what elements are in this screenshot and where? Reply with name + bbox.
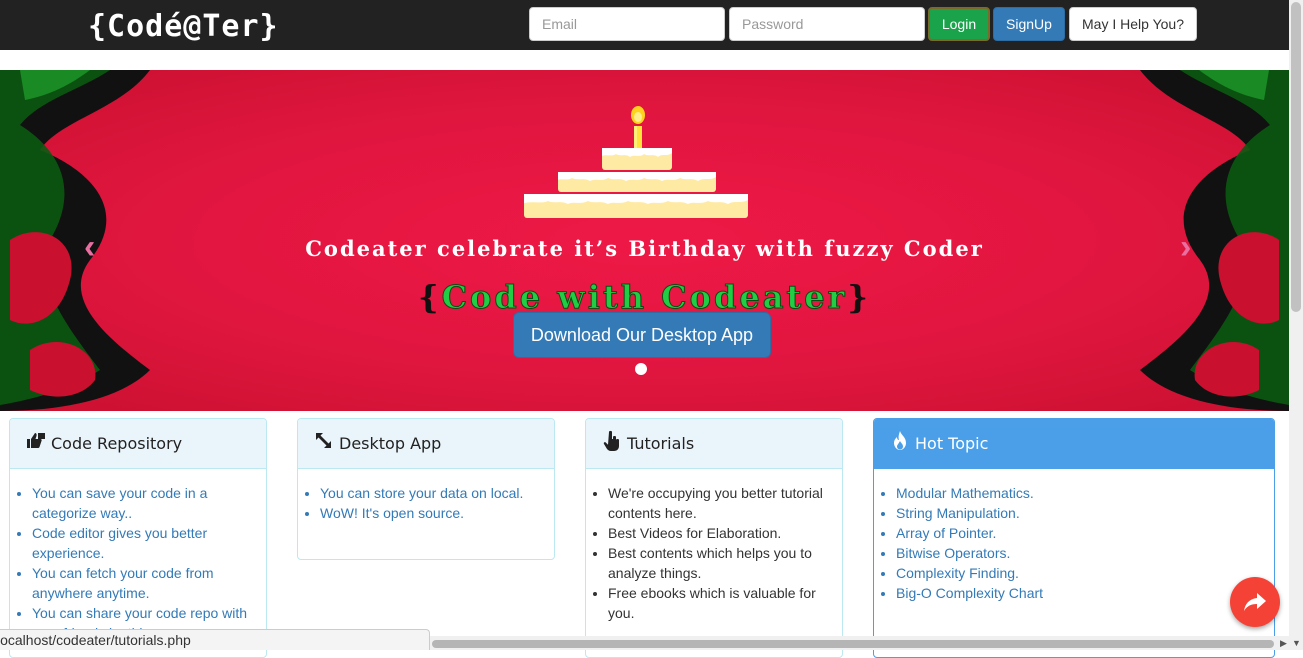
status-url: localhost/codeater/tutorials.php	[0, 632, 191, 648]
navbar: {Codé@Ter} Login SignUp May I Help You?	[0, 0, 1289, 50]
password-input[interactable]	[729, 7, 925, 41]
scroll-right-arrow-icon[interactable]: ▶	[1280, 638, 1287, 649]
panel-title: Code Repository	[51, 434, 183, 453]
panel-heading: Tutorials	[586, 419, 842, 469]
list-item[interactable]: WoW! It's open source.	[320, 503, 539, 523]
list-item[interactable]: Modular Mathematics.	[896, 483, 1259, 503]
panel-heading: Desktop App	[298, 419, 554, 469]
hand-pointer-icon	[601, 430, 623, 458]
browser-status-bar: localhost/codeater/tutorials.php	[0, 629, 430, 650]
list-item: We're occupying you better tutorial cont…	[608, 483, 827, 523]
email-input[interactable]	[529, 7, 725, 41]
list-item[interactable]: String Manipulation.	[896, 503, 1259, 523]
list-item: Free ebooks which is valuable for you.	[608, 583, 827, 623]
code-repository-panel: Code Repository You can save your code i…	[9, 418, 267, 658]
tagline-text: Code with Codeater	[441, 278, 848, 317]
panel-title: Tutorials	[627, 434, 695, 453]
vertical-scrollbar-thumb[interactable]	[1291, 2, 1301, 312]
tutorials-panel: Tutorials We're occupying you better tut…	[585, 418, 843, 658]
carousel-indicator[interactable]	[635, 363, 647, 375]
panel-heading: Code Repository	[10, 419, 266, 469]
list-item: Best Videos for Elaboration.	[608, 523, 827, 543]
list-item[interactable]: You can fetch your code from anywhere an…	[32, 563, 251, 603]
thumbs-icon	[25, 431, 47, 457]
list-item[interactable]: Big-O Complexity Chart	[896, 583, 1259, 603]
list-item[interactable]: You can save your code in a categorize w…	[32, 483, 251, 523]
tagline-open-brace: {	[417, 278, 442, 316]
list-item[interactable]: You can store your data on local.	[320, 483, 539, 503]
list-item[interactable]: Code editor gives you better experience.	[32, 523, 251, 563]
list-item[interactable]: Array of Pointer.	[896, 523, 1259, 543]
horizontal-scrollbar-thumb[interactable]	[432, 640, 1274, 648]
resize-icon	[313, 431, 335, 457]
hero-carousel: ‹ › Codeater celebrate it’s Birthday wit…	[0, 70, 1289, 411]
share-button[interactable]	[1230, 577, 1280, 627]
banner-tagline: {Code with Codeater}	[0, 278, 1289, 317]
list-item[interactable]: Complexity Finding.	[896, 563, 1259, 583]
panel-title: Hot Topic	[915, 434, 989, 453]
download-desktop-app-button[interactable]: Download Our Desktop App	[513, 312, 771, 358]
desktop-app-panel: Desktop App You can store your data on l…	[297, 418, 555, 560]
list-item[interactable]: Bitwise Operators.	[896, 543, 1259, 563]
hot-topic-panel: Hot Topic Modular Mathematics. String Ma…	[873, 418, 1275, 658]
brand-logo[interactable]: {Codé@Ter}	[88, 10, 279, 44]
scroll-down-arrow-icon[interactable]: ▼	[1292, 638, 1301, 648]
help-button[interactable]: May I Help You?	[1069, 7, 1197, 41]
birthday-cake-icon	[524, 106, 748, 218]
panel-title: Desktop App	[339, 434, 442, 453]
signup-button[interactable]: SignUp	[993, 7, 1065, 41]
list-item: Best contents which helps you to analyze…	[608, 543, 827, 583]
panel-heading: Hot Topic	[874, 419, 1274, 469]
share-arrow-icon	[1244, 593, 1266, 611]
banner-headline: Codeater celebrate it’s Birthday with fu…	[305, 236, 984, 261]
tagline-close-brace: }	[847, 278, 871, 316]
login-button[interactable]: Login	[928, 7, 990, 41]
fire-icon	[889, 430, 911, 458]
